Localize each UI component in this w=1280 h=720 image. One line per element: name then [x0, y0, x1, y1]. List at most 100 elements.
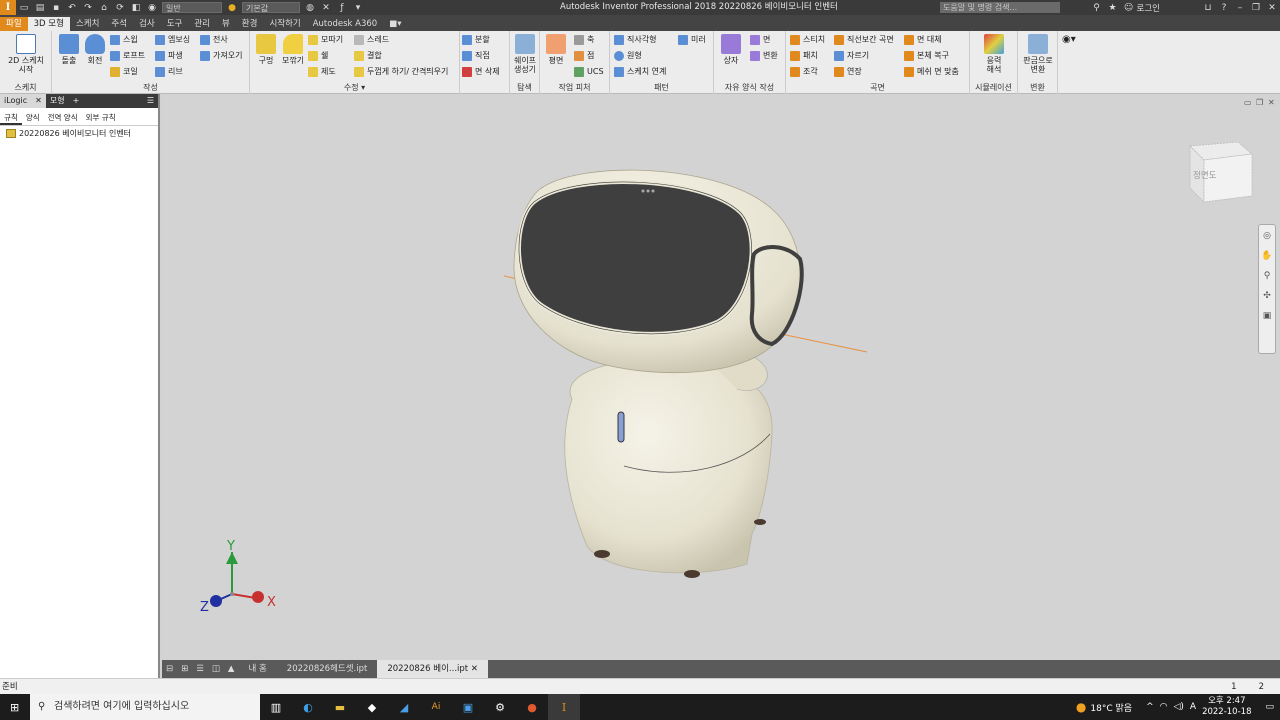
windows-start-icon[interactable]: ⊞: [10, 701, 19, 714]
app-icon-2[interactable]: ◢: [388, 694, 420, 720]
tile-rows-icon[interactable]: ☰: [192, 660, 208, 678]
look-at-icon[interactable]: ▣: [1263, 311, 1272, 321]
shell-button[interactable]: 쉘: [308, 49, 328, 63]
fillet-button[interactable]: 모깎기: [280, 34, 306, 65]
add-tab-icon[interactable]: +: [68, 94, 84, 108]
taskbar-search[interactable]: ⚲ 검색하려면 여기에 입력하십시오: [30, 694, 260, 720]
extend-button[interactable]: 연장: [834, 65, 862, 79]
viewport-restore-icon[interactable]: ❐: [1256, 98, 1263, 107]
weather-text[interactable]: 18°C 맑음: [1090, 701, 1132, 714]
thicken-button[interactable]: 두껍게 하기/ 간격띄우기: [354, 65, 448, 79]
ribbon-options-icon[interactable]: ◉▾: [1062, 33, 1076, 47]
minimize-icon[interactable]: –: [1232, 3, 1248, 13]
freeform-convert-button[interactable]: 변환: [750, 49, 778, 63]
inventor-logo[interactable]: I: [0, 0, 16, 15]
rect-pattern-button[interactable]: 직사각형: [614, 33, 656, 47]
tile-columns-icon[interactable]: ◫: [208, 660, 224, 678]
face-visor[interactable]: [517, 179, 754, 336]
close-doc-icon[interactable]: ✕: [471, 664, 478, 674]
material-select[interactable]: 기본값: [242, 2, 300, 13]
network-icon[interactable]: ◠: [1160, 702, 1168, 712]
extrude-button[interactable]: 돌출: [57, 34, 81, 65]
axis-button[interactable]: 축: [574, 33, 594, 47]
tile-horizontal-icon[interactable]: ⊟: [162, 660, 177, 678]
emboss-button[interactable]: 엠보싱: [155, 33, 190, 47]
plane-button[interactable]: 평면: [544, 34, 568, 65]
tab-doc-headset[interactable]: 20220826헤드셋.ipt: [277, 660, 378, 678]
rib-button[interactable]: 리브: [155, 65, 183, 79]
fx-icon[interactable]: ƒ: [334, 0, 350, 15]
ruled-surface-button[interactable]: 직선보간 곡면: [834, 33, 894, 47]
hole-button[interactable]: 구멍: [254, 34, 278, 65]
volume-icon[interactable]: ◁): [1173, 702, 1183, 712]
notification-icon[interactable]: ▭: [1265, 702, 1274, 712]
stitch-button[interactable]: 스티치: [790, 33, 825, 47]
customize-icon[interactable]: ▾: [350, 0, 366, 15]
panel-label-modify[interactable]: 수정 ▾: [250, 82, 459, 93]
tab-model[interactable]: 모형: [45, 94, 69, 108]
tab-3d-model[interactable]: 3D 모형: [27, 17, 70, 31]
style-icon[interactable]: ◍: [302, 0, 318, 15]
login-button[interactable]: 로그인: [1137, 2, 1160, 14]
clear-icon[interactable]: ✕: [318, 0, 334, 15]
box-button[interactable]: 상자: [718, 34, 744, 65]
tab-manage[interactable]: 관리: [188, 17, 216, 31]
draft-button[interactable]: 제도: [308, 65, 336, 79]
powerpoint-icon[interactable]: ●: [516, 694, 548, 720]
restore-icon[interactable]: ❐: [1248, 3, 1264, 13]
tab-file[interactable]: 파일: [0, 17, 28, 31]
direct-button[interactable]: 직접: [462, 49, 490, 63]
undo-icon[interactable]: ↶: [64, 0, 80, 15]
face-button[interactable]: 면: [750, 33, 770, 47]
subtab-external-rules[interactable]: 외부 규칙: [82, 110, 120, 125]
chamfer-button[interactable]: 모따기: [308, 33, 343, 47]
doc-list-icon[interactable]: ▲: [224, 660, 239, 678]
tree-item[interactable]: 20220826 베이비모니터 인벤터: [0, 126, 158, 141]
derive-button[interactable]: 파생: [155, 49, 183, 63]
tab-tools[interactable]: 도구: [161, 17, 189, 31]
color-icon[interactable]: ●: [224, 0, 240, 15]
tab-doc-monitor[interactable]: 20220826 베이...ipt ✕: [377, 660, 488, 678]
help-search-input[interactable]: 도움말 및 명령 검색...: [940, 2, 1060, 13]
ucs-button[interactable]: UCS: [574, 65, 604, 79]
patch-button[interactable]: 패치: [790, 49, 818, 63]
redo-icon[interactable]: ↷: [80, 0, 96, 15]
user-icon[interactable]: ☺: [1121, 3, 1137, 13]
tab-ilogic[interactable]: iLogic: [0, 94, 31, 108]
measure-icon[interactable]: ◧: [128, 0, 144, 15]
shape-generator-button[interactable]: 쉐이프 생성기: [511, 34, 539, 74]
loft-button[interactable]: 로프트: [110, 49, 145, 63]
sketch-driven-button[interactable]: 스케치 연계: [614, 65, 666, 79]
split-button[interactable]: 분할: [462, 33, 490, 47]
combine-button[interactable]: 결합: [354, 49, 382, 63]
help-icon[interactable]: ?: [1216, 3, 1232, 13]
revolve-button[interactable]: 회전: [83, 34, 107, 65]
app-icon-3[interactable]: ▣: [452, 694, 484, 720]
zoom-icon[interactable]: ⚲: [1264, 271, 1271, 281]
tab-my-home[interactable]: 내 홈: [238, 660, 276, 678]
view-cube[interactable]: 정면도: [1189, 141, 1253, 203]
settings-gear-icon[interactable]: ⚙: [484, 694, 516, 720]
tab-annotate[interactable]: 주석: [105, 17, 133, 31]
star-icon[interactable]: ★: [1105, 3, 1121, 13]
mirror-button[interactable]: 미러: [678, 33, 706, 47]
open-icon[interactable]: ▤: [32, 0, 48, 15]
sweep-button[interactable]: 스윕: [110, 33, 138, 47]
ime-indicator[interactable]: A: [1190, 702, 1196, 712]
new-icon[interactable]: ▭: [16, 0, 32, 15]
sculpt-button[interactable]: 조각: [790, 65, 818, 79]
home-icon[interactable]: ⌂: [96, 0, 112, 15]
subtab-rules[interactable]: 규칙: [0, 110, 22, 125]
stress-analysis-button[interactable]: 응력 해석: [978, 34, 1010, 74]
inventor-taskbar-icon[interactable]: I: [548, 694, 580, 720]
robot-body[interactable]: [564, 359, 773, 574]
close-icon[interactable]: ✕: [1264, 3, 1280, 13]
cart-icon[interactable]: ⊔: [1200, 3, 1216, 13]
point-button[interactable]: 점: [574, 49, 594, 63]
steering-wheel-icon[interactable]: ◎: [1263, 231, 1271, 241]
tab-more-icon[interactable]: ■▾: [383, 17, 407, 31]
save-icon[interactable]: ▪: [48, 0, 64, 15]
fit-mesh-face-button[interactable]: 메쉬 면 맞춤: [904, 65, 959, 79]
thread-button[interactable]: 스레드: [354, 33, 389, 47]
tray-chevron-icon[interactable]: ^: [1146, 702, 1154, 712]
